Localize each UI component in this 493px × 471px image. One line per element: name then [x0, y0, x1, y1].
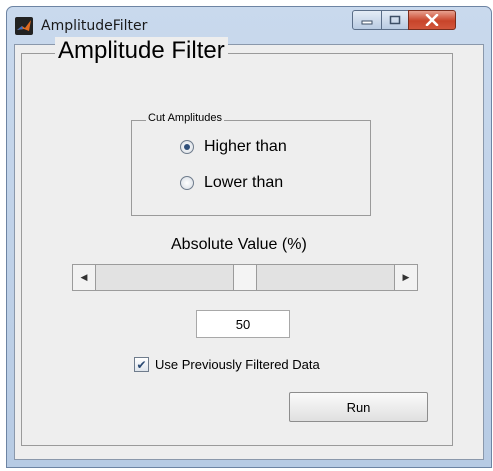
- use-previous-checkbox-row[interactable]: ✔ Use Previously Filtered Data: [134, 357, 320, 372]
- window-title: AmplitudeFilter: [41, 18, 148, 34]
- cut-amplitudes-title: Cut Amplitudes: [146, 112, 224, 124]
- radio-higher-than-label: Higher than: [204, 138, 287, 155]
- radio-button-unselected[interactable]: [180, 176, 194, 190]
- close-icon: [425, 14, 439, 26]
- absolute-value-slider[interactable]: ◀ ▶: [72, 264, 418, 291]
- absolute-value-label: Absolute Value (%): [171, 236, 307, 253]
- absolute-value-input[interactable]: [196, 310, 290, 338]
- radio-lower-than-label: Lower than: [204, 174, 284, 191]
- run-button[interactable]: Run: [289, 392, 428, 422]
- slider-thumb[interactable]: [233, 265, 257, 290]
- radio-lower-than[interactable]: Lower than: [180, 174, 283, 192]
- panel-title: Amplitude Filter: [55, 37, 228, 65]
- use-previous-checkbox[interactable]: ✔: [134, 357, 149, 372]
- chevron-right-icon: ▶: [402, 272, 410, 282]
- chevron-left-icon: ◀: [80, 272, 88, 282]
- minimize-button[interactable]: [352, 10, 382, 30]
- maximize-button[interactable]: [381, 10, 409, 30]
- maximize-icon: [389, 15, 401, 25]
- minimize-icon: [361, 20, 373, 25]
- slider-right-arrow[interactable]: ▶: [394, 265, 417, 290]
- use-previous-label: Use Previously Filtered Data: [155, 357, 320, 372]
- slider-left-arrow[interactable]: ◀: [73, 265, 96, 290]
- close-button[interactable]: [408, 10, 456, 30]
- radio-higher-than[interactable]: Higher than: [180, 138, 287, 156]
- matlab-logo-icon: [15, 17, 33, 35]
- radio-button-selected[interactable]: [180, 140, 194, 154]
- cut-amplitudes-group: [131, 120, 371, 216]
